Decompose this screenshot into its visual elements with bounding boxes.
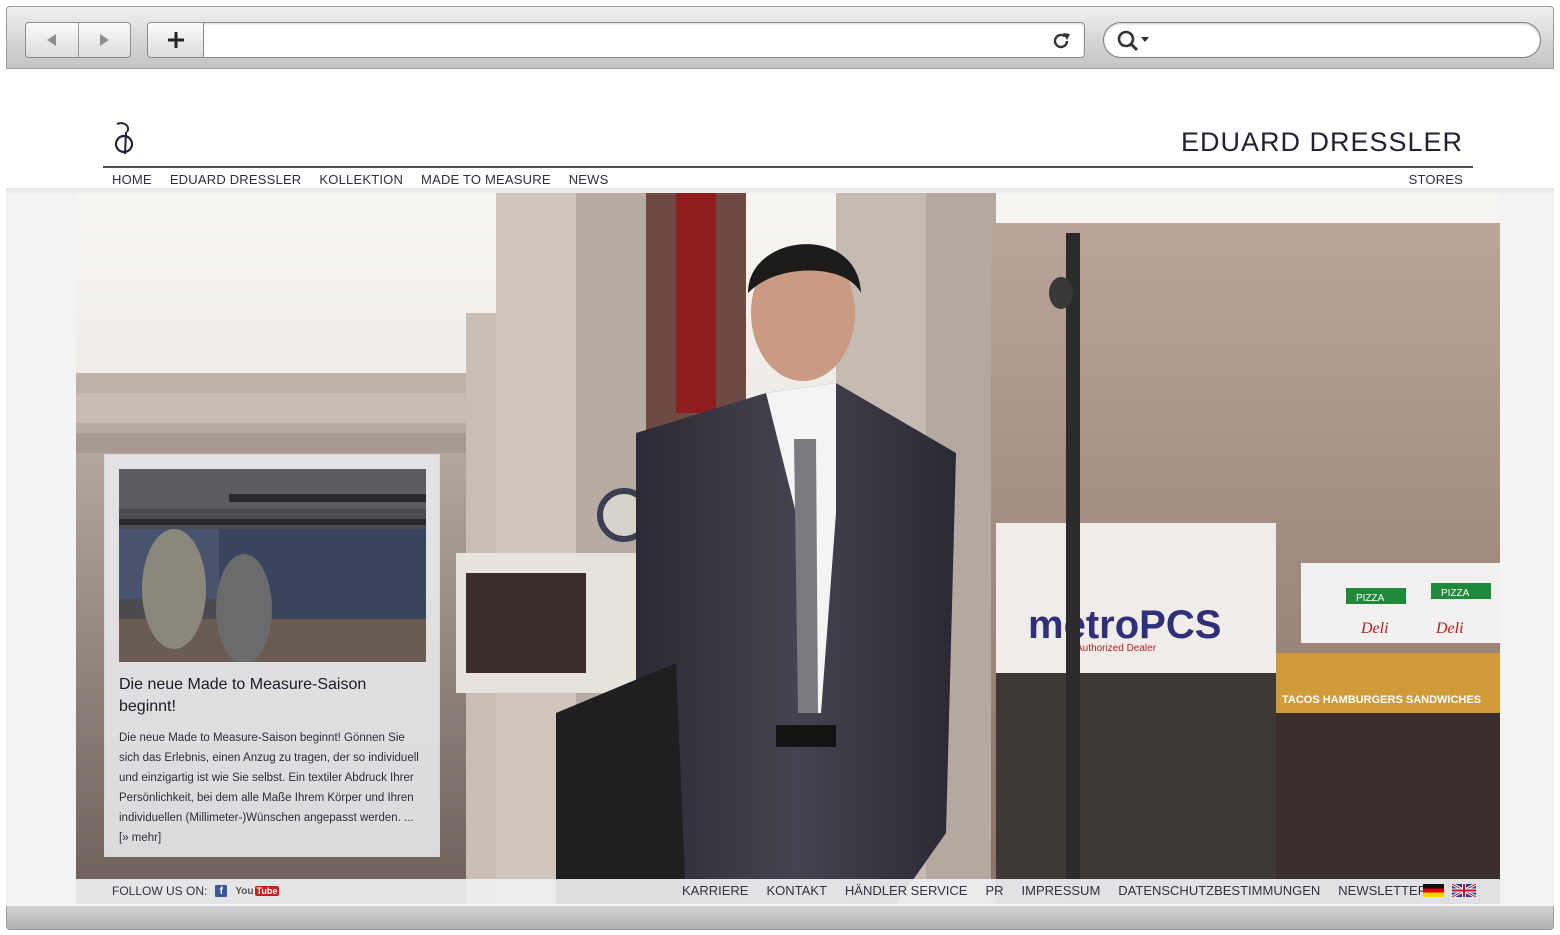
logo-mark-icon[interactable] bbox=[112, 121, 136, 162]
news-teaser-image[interactable] bbox=[119, 469, 426, 662]
search-bar[interactable] bbox=[1103, 22, 1541, 58]
footer-link-impressum[interactable]: IMPRESSUM bbox=[1022, 883, 1101, 898]
footer-bar: FOLLOW US ON: f You Tube KARRIERE KONTAKT… bbox=[76, 879, 1500, 904]
follow-us: FOLLOW US ON: f You Tube bbox=[112, 884, 280, 898]
youtube-tube-text: Tube bbox=[254, 886, 280, 896]
footer-nav: KARRIERE KONTAKT HÄNDLER SERVICE PR IMPR… bbox=[682, 883, 1427, 898]
nav-item-stores[interactable]: STORES bbox=[1409, 172, 1463, 187]
pizza-sign-1: PIZZA bbox=[1356, 593, 1385, 604]
plus-icon bbox=[167, 32, 184, 48]
browser-toolbar bbox=[6, 6, 1554, 69]
news-title[interactable]: Die neue Made to Measure-Saison beginnt! bbox=[119, 674, 425, 718]
hero-banner: metroPCS Authorized Dealer PIZZA PIZZA D… bbox=[76, 193, 1500, 904]
forward-button[interactable] bbox=[77, 23, 131, 57]
footer-link-newsletter[interactable]: NEWSLETTER bbox=[1338, 883, 1427, 898]
deli-sign-1: Deli bbox=[1360, 620, 1389, 637]
pizza-sign-2: PIZZA bbox=[1441, 588, 1470, 599]
store-sign-text: metroPCS bbox=[1028, 603, 1221, 647]
youtube-icon[interactable]: You Tube bbox=[235, 885, 280, 897]
forward-arrow-icon bbox=[100, 34, 110, 46]
search-button[interactable] bbox=[1116, 29, 1152, 58]
footer-link-kontakt[interactable]: KONTAKT bbox=[766, 883, 826, 898]
youtube-you-text: You bbox=[235, 885, 254, 897]
facebook-icon[interactable]: f bbox=[215, 885, 228, 897]
nav-item-news[interactable]: NEWS bbox=[569, 172, 609, 187]
language-switcher bbox=[1423, 884, 1476, 897]
news-text: Die neue Made to Measure-Saison beginnt!… bbox=[119, 732, 419, 824]
search-icon bbox=[1117, 30, 1149, 52]
shop-banner-text: TACOS HAMBURGERS SANDWICHES bbox=[1282, 694, 1481, 706]
url-input[interactable] bbox=[214, 29, 1034, 51]
page-viewport: EDUARD DRESSLER HOME EDUARD DRESSLER KOL… bbox=[6, 69, 1554, 906]
nav-item-eduard-dressler[interactable]: EDUARD DRESSLER bbox=[170, 172, 302, 187]
back-button[interactable] bbox=[26, 23, 78, 57]
history-nav bbox=[25, 22, 131, 58]
nav-item-kollektion[interactable]: KOLLEKTION bbox=[319, 172, 403, 187]
reload-icon bbox=[1053, 33, 1070, 49]
brand-title[interactable]: EDUARD DRESSLER bbox=[1181, 127, 1463, 158]
footer-link-datenschutz[interactable]: DATENSCHUTZBESTIMMUNGEN bbox=[1118, 883, 1320, 898]
store-sign-subtext: Authorized Dealer bbox=[1076, 643, 1157, 654]
footer-link-pr[interactable]: PR bbox=[985, 883, 1003, 898]
news-teaser[interactable]: Die neue Made to Measure-Saison beginnt!… bbox=[104, 454, 440, 857]
header-divider bbox=[103, 166, 1473, 168]
back-arrow-icon bbox=[46, 34, 56, 46]
follow-label: FOLLOW US ON: bbox=[112, 884, 208, 898]
reload-button[interactable] bbox=[1050, 30, 1072, 57]
news-more-link[interactable]: [» mehr] bbox=[119, 828, 425, 848]
nav-item-home[interactable]: HOME bbox=[112, 172, 152, 187]
add-tab-button[interactable] bbox=[147, 22, 203, 58]
nav-item-made-to-measure[interactable]: MADE TO MEASURE bbox=[421, 172, 551, 187]
footer-link-haendler-service[interactable]: HÄNDLER SERVICE bbox=[845, 883, 968, 898]
browser-status-bar bbox=[6, 906, 1554, 930]
main-nav: HOME EDUARD DRESSLER KOLLEKTION MADE TO … bbox=[112, 172, 609, 187]
german-flag-icon[interactable] bbox=[1423, 884, 1444, 897]
uk-flag-icon[interactable] bbox=[1452, 884, 1476, 897]
footer-link-karriere[interactable]: KARRIERE bbox=[682, 883, 748, 898]
search-input[interactable] bbox=[1158, 29, 1518, 51]
address-bar[interactable] bbox=[203, 22, 1085, 58]
deli-sign-2: Deli bbox=[1435, 620, 1464, 637]
